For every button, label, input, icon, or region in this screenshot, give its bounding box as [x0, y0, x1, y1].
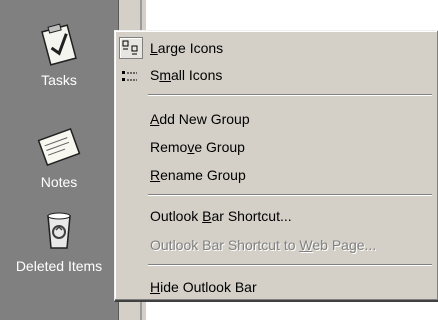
shortcut-notes[interactable]: Notes — [0, 124, 118, 190]
large-icons-icon — [119, 37, 143, 59]
tasks-clipboard-icon — [36, 22, 82, 68]
menu-item-label: Remove Group — [150, 139, 245, 155]
menu-separator — [148, 264, 432, 266]
menu-item-label: Large Icons — [150, 40, 224, 56]
small-icons-icon — [121, 67, 139, 83]
menu-item-label: Rename Group — [150, 167, 246, 183]
shortcut-label: Notes — [40, 174, 78, 190]
menu-item-outlook-bar-shortcut[interactable]: Outlook Bar Shortcut... — [115, 203, 435, 229]
menu-item-label: Small Icons — [150, 67, 223, 83]
shortcut-tasks[interactable]: Tasks — [0, 22, 118, 88]
outlook-bar-context-menu: Large Icons Small Icons Add New Group Re… — [114, 30, 438, 302]
menu-item-label: Outlook Bar Shortcut... — [150, 208, 292, 224]
shortcut-label: Tasks — [41, 72, 77, 88]
menu-item-remove-group[interactable]: Remove Group — [115, 134, 435, 160]
menu-separator — [148, 194, 432, 196]
menu-item-label: Hide Outlook Bar — [150, 279, 257, 295]
recycle-bin-icon — [36, 208, 82, 254]
menu-separator — [148, 94, 432, 96]
menu-item-add-new-group[interactable]: Add New Group — [115, 106, 435, 132]
menu-item-small-icons[interactable]: Small Icons — [115, 62, 435, 88]
shortcut-label: Deleted Items — [15, 258, 103, 274]
menu-item-label: Outlook Bar Shortcut to Web Page... — [150, 237, 377, 253]
menu-item-large-icons[interactable]: Large Icons — [115, 35, 435, 61]
menu-item-outlook-bar-shortcut-web-page: Outlook Bar Shortcut to Web Page... — [115, 232, 435, 258]
notes-icon — [36, 124, 82, 170]
menu-item-label: Add New Group — [150, 111, 250, 127]
menu-item-hide-outlook-bar[interactable]: Hide Outlook Bar — [115, 274, 435, 300]
shortcut-deleted-items[interactable]: Deleted Items — [0, 208, 118, 274]
menu-item-rename-group[interactable]: Rename Group — [115, 162, 435, 188]
